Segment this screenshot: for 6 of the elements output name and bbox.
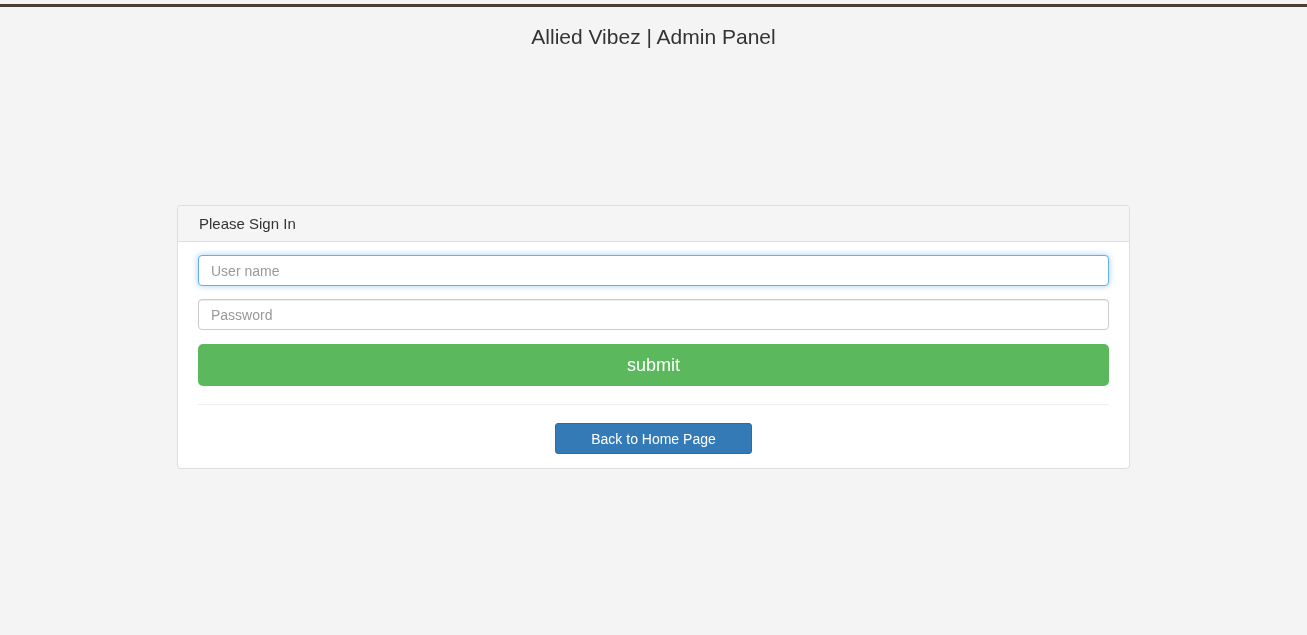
back-home-button[interactable]: Back to Home Page — [555, 423, 752, 454]
panel-heading: Please Sign In — [199, 215, 296, 232]
submit-button[interactable]: submit — [198, 344, 1109, 386]
page-title: Allied Vibez | Admin Panel — [531, 25, 776, 49]
input-field[interactable]: User name — [198, 255, 1109, 286]
input-field[interactable]: Password — [198, 299, 1109, 330]
